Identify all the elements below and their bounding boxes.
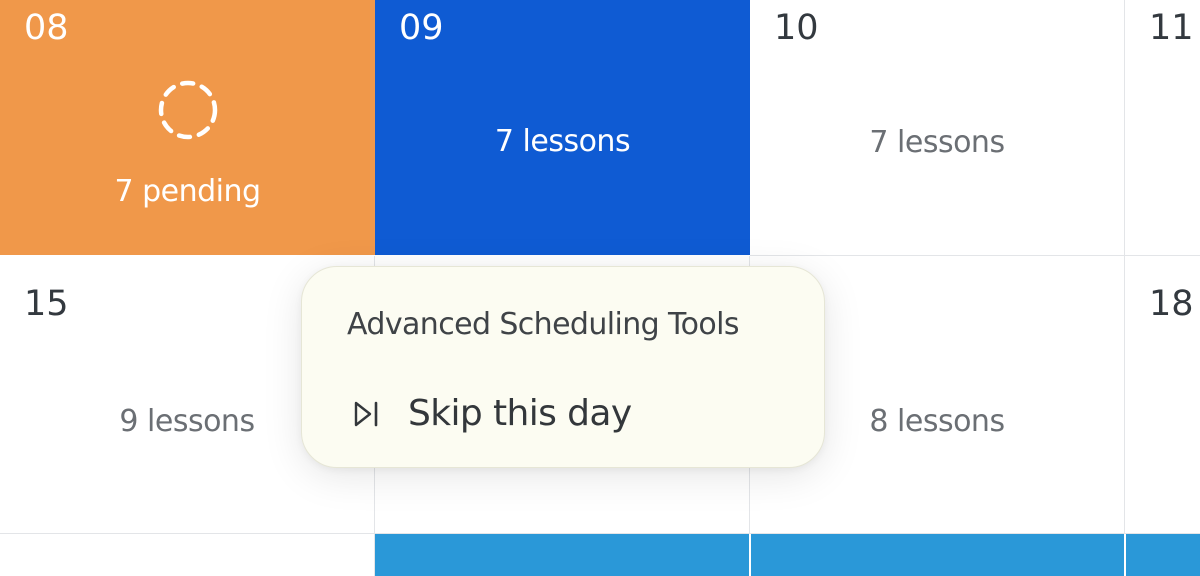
- day-number: 18: [1149, 284, 1194, 324]
- day-cell-08[interactable]: 08 7 pending: [0, 0, 375, 255]
- day-number: 15: [24, 284, 69, 324]
- day-cell-10[interactable]: 10 7 lessons: [750, 0, 1125, 256]
- day-cell-25[interactable]: [1126, 534, 1200, 576]
- day-number: 11: [1149, 8, 1194, 48]
- lesson-count: 7 lessons: [869, 125, 1005, 160]
- calendar-grid: 08 7 pending 09 7 lessons 10 7 lessons 1…: [0, 0, 1200, 576]
- menu-item-label: Skip this day: [408, 393, 632, 434]
- day-cell-22[interactable]: [0, 534, 375, 576]
- popover-title: Advanced Scheduling Tools: [347, 307, 740, 342]
- pending-dashed-circle-icon: [158, 80, 218, 140]
- lesson-count: 7 lessons: [494, 124, 631, 159]
- day-cell-09[interactable]: 09 7 lessons: [375, 0, 750, 255]
- day-cell-18[interactable]: 18: [1125, 256, 1200, 534]
- day-cell-11[interactable]: 11: [1125, 0, 1200, 256]
- day-number: 09: [399, 8, 444, 48]
- day-number: 10: [774, 8, 819, 48]
- skip-this-day-menu-item[interactable]: Skip this day: [332, 383, 772, 443]
- day-cell-23[interactable]: [375, 534, 749, 576]
- day-number: 08: [24, 8, 69, 48]
- pending-count: 7 pending: [114, 174, 261, 209]
- scheduling-tools-popover: Advanced Scheduling Tools Skip this day: [301, 266, 825, 468]
- skip-forward-icon: [354, 401, 378, 427]
- day-cell-24[interactable]: [751, 534, 1124, 576]
